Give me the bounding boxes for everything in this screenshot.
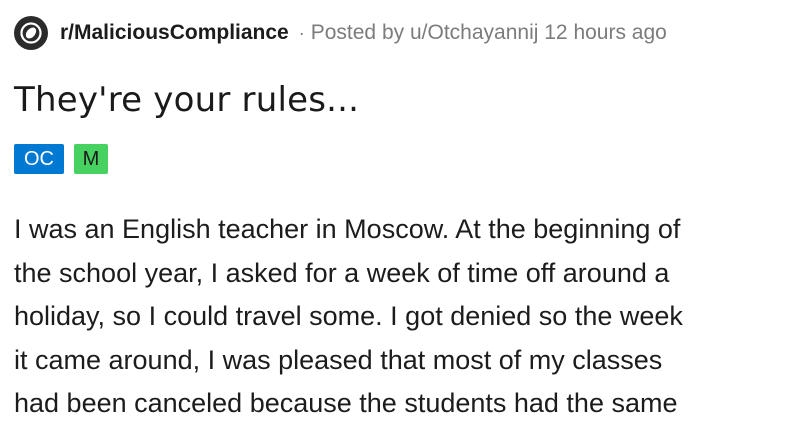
- body-line: had been canceled because the students h…: [14, 388, 678, 418]
- separator-dot: ·: [298, 22, 305, 43]
- body-line: holiday, so I could travel some. I got d…: [14, 301, 683, 331]
- body-line: I was an English teacher in Moscow. At t…: [14, 214, 681, 244]
- body-line: it came around, I was pleased that most …: [14, 344, 663, 375]
- body-line: the school year, I asked for a week of t…: [14, 257, 670, 288]
- post-meta: Posted by u/Otchayannij 12 hours ago: [311, 21, 667, 45]
- m-flair[interactable]: M: [74, 144, 108, 174]
- post-body: I was an English teacher in Moscow. At t…: [14, 208, 790, 426]
- posted-by-label: Posted by: [310, 21, 405, 44]
- post-time: 12 hours ago: [544, 21, 667, 44]
- oc-flair[interactable]: OC: [14, 144, 64, 174]
- post-header: r/MaliciousCompliance · Posted by u/Otch…: [14, 16, 667, 50]
- author-link[interactable]: u/Otchayannij: [410, 21, 538, 44]
- post-title[interactable]: They're your rules...: [14, 80, 359, 120]
- subreddit-name[interactable]: r/MaliciousCompliance: [60, 21, 289, 45]
- subreddit-logo-icon[interactable]: [14, 16, 48, 50]
- flair-list: OC M: [14, 144, 108, 174]
